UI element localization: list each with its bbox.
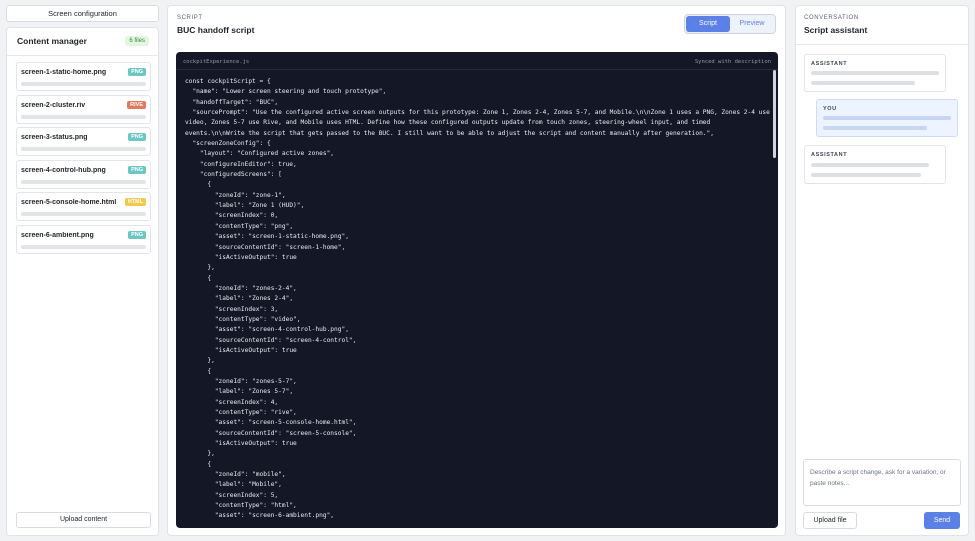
message-line — [823, 126, 927, 130]
file-type-badge: PNG — [128, 133, 146, 141]
file-item[interactable]: screen-6-ambient.png PNG — [16, 224, 151, 254]
tab-preview[interactable]: Preview — [730, 16, 774, 32]
sync-status: Synced with description — [694, 59, 771, 65]
section-label: CONVERSATION — [804, 15, 859, 21]
message-sender: YOU — [823, 106, 837, 112]
divider — [796, 44, 968, 45]
message-line — [811, 71, 939, 75]
upload-file-button[interactable]: Upload file — [803, 512, 857, 529]
message-line — [811, 163, 929, 167]
code-file-name: cockpitExperience.js — [183, 59, 250, 65]
file-type-badge: PNG — [128, 165, 146, 174]
file-name: screen-2-cluster.riv — [21, 101, 86, 109]
message-input[interactable]: Describe a script change, ask for a vari… — [803, 459, 961, 506]
conversation-title: Script assistant — [804, 25, 868, 35]
file-name: screen-1-static-home.png — [21, 69, 107, 76]
assistant-message: ASSISTANT — [804, 145, 946, 184]
file-name: screen-3-status.png — [21, 134, 88, 141]
screen-configuration-button[interactable]: Screen configuration — [6, 5, 159, 22]
file-count-badge: 6 files — [125, 36, 149, 46]
file-list: screen-1-static-home.png PNG screen-2-cl… — [16, 62, 151, 257]
script-panel: SCRIPT BUC handoff script Script Preview… — [167, 5, 786, 536]
file-item[interactable]: screen-5-console-home.html HTML — [16, 192, 151, 221]
divider — [176, 69, 778, 70]
file-item[interactable]: screen-4-control-hub.png PNG — [16, 159, 151, 189]
file-type-badge: HTML — [124, 198, 146, 206]
file-name: screen-5-console-home.html — [21, 199, 117, 206]
file-preview-bar — [21, 212, 146, 216]
tab-script[interactable]: Script — [686, 16, 730, 32]
file-type-badge: PNG — [128, 68, 146, 76]
file-preview-bar — [21, 244, 146, 249]
script-title: BUC handoff script — [177, 25, 255, 35]
file-name: screen-4-control-hub.png — [21, 166, 106, 174]
scrollbar[interactable] — [773, 70, 776, 158]
section-label: SCRIPT — [177, 15, 203, 21]
file-item[interactable]: screen-3-status.png PNG — [16, 127, 151, 156]
upload-content-button[interactable]: Upload content — [16, 512, 151, 528]
message-sender: ASSISTANT — [811, 61, 848, 67]
conversation-panel: CONVERSATION Script assistant ASSISTANT … — [795, 5, 969, 536]
divider — [7, 55, 158, 56]
input-placeholder: Describe a script change, ask for a vari… — [810, 469, 946, 487]
message-line — [823, 116, 951, 120]
message-line — [811, 173, 921, 177]
send-button[interactable]: Send — [924, 512, 960, 529]
content-manager-title: Content manager — [17, 36, 87, 46]
file-preview-bar — [21, 82, 146, 86]
content-sidebar: Screen configuration Content manager 6 f… — [6, 0, 159, 541]
code-editor[interactable]: cockpitExperience.js Synced with descrip… — [176, 52, 778, 528]
content-manager-panel: Content manager 6 files screen-1-static-… — [6, 27, 159, 536]
file-type-badge: RIVE — [127, 100, 146, 109]
file-preview-bar — [21, 114, 146, 119]
file-item[interactable]: screen-1-static-home.png PNG — [16, 62, 151, 91]
file-preview-bar — [21, 147, 146, 151]
assistant-message: ASSISTANT — [804, 54, 946, 92]
file-preview-bar — [21, 179, 146, 184]
file-name: screen-6-ambient.png — [21, 231, 94, 239]
file-type-badge: PNG — [128, 230, 146, 239]
message-sender: ASSISTANT — [811, 152, 848, 158]
file-item[interactable]: screen-2-cluster.riv RIVE — [16, 94, 151, 124]
message-line — [811, 81, 915, 85]
view-toggle: Script Preview — [684, 14, 776, 34]
user-message: YOU — [816, 99, 958, 137]
code-content[interactable]: const cockpitScript = { "name": "Lower s… — [185, 77, 771, 522]
